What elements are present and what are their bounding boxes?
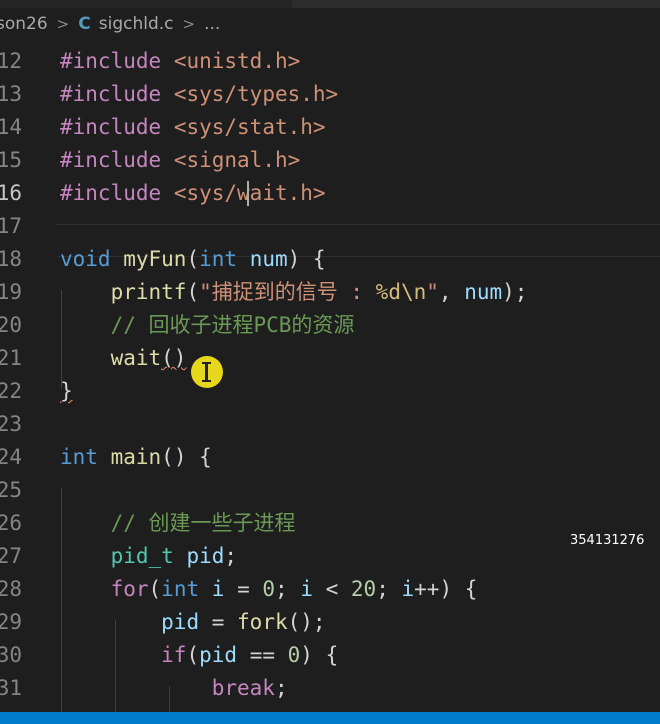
text-caret [247, 181, 249, 206]
code-line[interactable]: 23 [0, 408, 660, 441]
c-file-icon: C [78, 14, 91, 34]
code-text: #include <sys/stat.h> [60, 115, 326, 139]
line-number: 16 [0, 181, 22, 205]
line-number: 17 [0, 214, 22, 238]
code-text: wait() [110, 346, 187, 370]
code-line[interactable]: 21 wait() [0, 342, 660, 375]
chevron-right-icon: > [182, 15, 196, 33]
code-text: printf("捕捉到的信号 : %d\n", num); [110, 280, 528, 304]
line-number: 27 [0, 544, 22, 568]
code-text: #include <sys/wait.h> [60, 181, 326, 205]
code-text: #include <unistd.h> [60, 49, 301, 73]
line-number: 12 [0, 49, 22, 73]
line-number: 21 [0, 346, 22, 370]
breadcrumb-more[interactable]: ... [204, 14, 220, 34]
code-text: pid_t pid; [110, 544, 238, 568]
status-bar [0, 712, 660, 724]
line-number: 13 [0, 82, 22, 106]
code-line[interactable]: 22} [0, 375, 660, 408]
code-text: void myFun(int num) { [60, 247, 326, 271]
ibeam-cursor-icon [202, 362, 211, 382]
code-text: int main() { [60, 445, 212, 469]
code-line[interactable]: 19 printf("捕捉到的信号 : %d\n", num); [0, 276, 660, 309]
code-line[interactable]: 31 break; [0, 672, 660, 705]
line-number: 28 [0, 577, 22, 601]
code-line[interactable]: 17 [0, 210, 660, 243]
code-line[interactable]: 29 pid = fork(); [0, 606, 660, 639]
line-number: 30 [0, 643, 22, 667]
code-line[interactable]: 13 #include <sys/types.h> [0, 78, 660, 111]
code-text: #include <sys/types.h> [60, 82, 339, 106]
breadcrumb: son26 > C sigchld.c > ... [0, 10, 660, 38]
chevron-right-icon: > [56, 15, 70, 33]
code-text: if(pid == 0) { [161, 643, 339, 667]
code-text: pid = fork(); [161, 610, 326, 634]
breadcrumb-file[interactable]: sigchld.c [99, 14, 174, 34]
line-number: 18 [0, 247, 22, 271]
code-line[interactable]: 20 // 回收子进程PCB的资源 [0, 309, 660, 342]
title-tab-strip [0, 0, 660, 8]
code-line[interactable]: 15 #include <signal.h> [0, 144, 660, 177]
code-line[interactable]: 25 [0, 474, 660, 507]
line-number: 14 [0, 115, 22, 139]
line-number: 22 [0, 379, 22, 403]
code-line[interactable]: 28 for(int i = 0; i < 20; i++) { [0, 573, 660, 606]
code-text: } [60, 379, 73, 403]
code-line[interactable]: 14 #include <sys/stat.h> [0, 111, 660, 144]
code-line[interactable]: 30 if(pid == 0) { [0, 639, 660, 672]
code-line[interactable]: 27 pid_t pid; [0, 540, 660, 573]
code-editor[interactable]: 12 #include <unistd.h> 13 #include <sys/typ… [0, 44, 660, 712]
code-line[interactable]: 16 #include <sys/wait.h> [0, 177, 660, 210]
code-line[interactable]: 18 void myFun(int num) { [0, 243, 660, 276]
code-text: #include <signal.h> [60, 148, 301, 172]
code-text: // 回收子进程PCB的资源 [110, 313, 355, 337]
line-number: 20 [0, 313, 22, 337]
tab-strip-segment [292, 0, 660, 8]
line-number: 26 [0, 511, 22, 535]
code-text: // 创建一些子进程 [110, 511, 296, 535]
code-line[interactable]: 24 int main() { [0, 441, 660, 474]
code-text: break; [211, 676, 288, 700]
line-number: 23 [0, 412, 22, 436]
breadcrumb-folder[interactable]: son26 [0, 14, 48, 34]
line-number: 25 [0, 478, 22, 502]
line-number: 29 [0, 610, 22, 634]
line-number: 31 [0, 676, 22, 700]
line-number: 19 [0, 280, 22, 304]
code-line[interactable]: 26 // 创建一些子进程 [0, 507, 660, 540]
code-text: for(int i = 0; i < 20; i++) { [110, 577, 478, 601]
line-number: 15 [0, 148, 22, 172]
code-line[interactable]: 12 #include <unistd.h> [0, 45, 660, 78]
line-number: 24 [0, 445, 22, 469]
watermark-text: 354131276 [570, 533, 645, 548]
